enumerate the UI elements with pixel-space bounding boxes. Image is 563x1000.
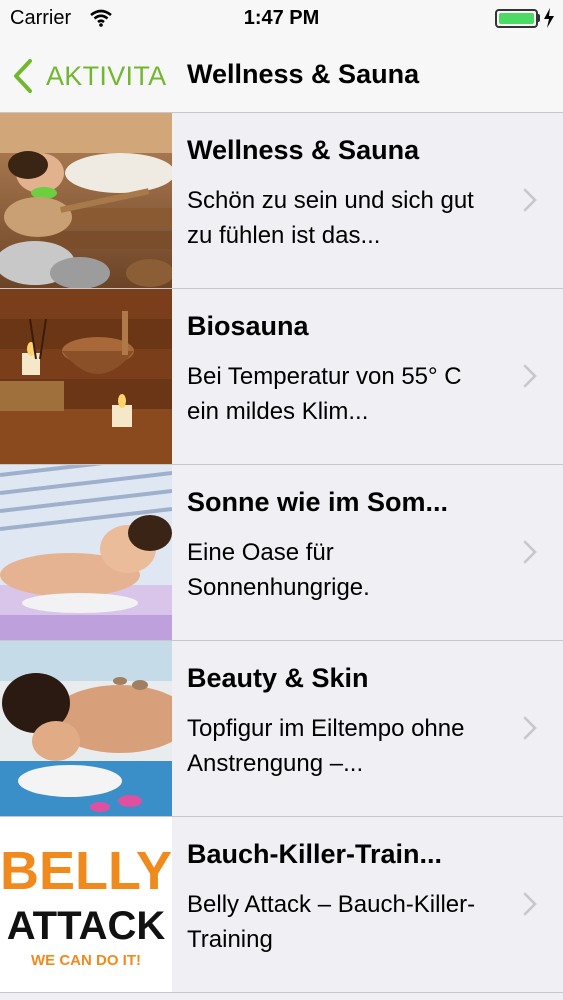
biosauna-image (0, 289, 172, 464)
list-item[interactable]: BELLY ATTACK WE CAN DO IT! Bauch-Killer-… (0, 817, 563, 993)
logo-line-belly: BELLY (0, 841, 172, 901)
item-title: Biosauna (187, 311, 309, 341)
activity-list: Wellness & Sauna Schön zu sein und sich … (0, 113, 563, 1000)
item-title: Bauch-Killer-Train... (187, 839, 443, 869)
item-title: Wellness & Sauna (187, 135, 420, 165)
clock: 1:47 PM (243, 7, 320, 29)
chevron-right-icon (523, 364, 537, 388)
logo-line-attack: ATTACK (7, 904, 166, 948)
battery-icon (495, 9, 538, 28)
item-title: Beauty & Skin (187, 663, 369, 693)
chevron-right-icon (523, 540, 537, 564)
logo-line-slogan: WE CAN DO IT! (31, 952, 141, 969)
item-subtitle: Schön zu sein und sich gut zu fühlen ist… (187, 187, 474, 249)
list-item[interactable]: Beauty & Skin Topfigur im Eiltempo ohne … (0, 641, 563, 817)
list-item[interactable]: Sonne wie im Som... Eine Oase für Sonnen… (0, 465, 563, 641)
back-label: AKTIVITA (46, 60, 167, 91)
belly-attack-logo: BELLY ATTACK WE CAN DO IT! (0, 817, 172, 992)
sauna-wellness-image (0, 113, 172, 288)
chevron-right-icon (523, 892, 537, 916)
list-item[interactable]: Biosauna Bei Temperatur von 55° C ein mi… (0, 289, 563, 465)
chevron-right-icon (523, 188, 537, 212)
item-subtitle: Bei Temperatur von 55° C ein mildes Klim… (187, 363, 462, 425)
item-subtitle: Belly Attack – Bauch-Killer-Training (187, 891, 476, 953)
list-item[interactable]: Wellness & Sauna Schön zu sein und sich … (0, 113, 563, 289)
status-bar: Carrier 1:47 PM (0, 0, 563, 38)
navigation-bar: AKTIVITA Wellness & Sauna (0, 38, 563, 113)
solarium-image (0, 465, 172, 640)
back-button[interactable]: AKTIVITA (12, 56, 166, 96)
item-title: Sonne wie im Som... (187, 487, 449, 517)
page-title: Wellness & Sauna (187, 59, 420, 89)
battery-tip (537, 14, 540, 22)
chevron-left-icon (14, 59, 32, 93)
item-subtitle: Topfigur im Eiltempo ohne Anstrengung –.… (187, 715, 465, 777)
chevron-right-icon (523, 716, 537, 740)
charging-bolt-icon (544, 8, 554, 28)
beauty-skin-image (0, 641, 172, 816)
item-subtitle: Eine Oase für Sonnenhungrige. (187, 539, 370, 601)
